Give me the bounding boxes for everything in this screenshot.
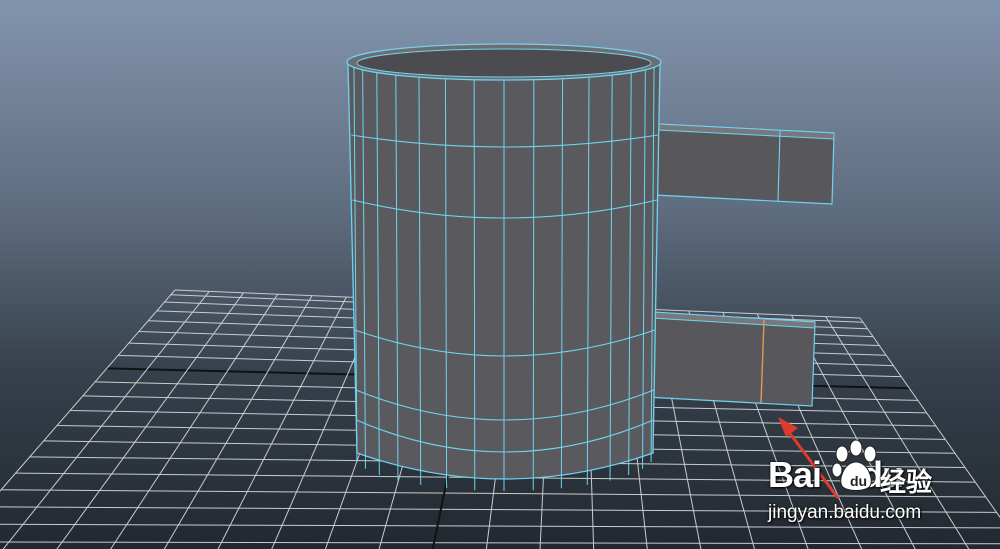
cup-vertical-edge <box>473 78 476 491</box>
cup-rim-inner <box>356 48 652 78</box>
cup-mesh[interactable] <box>346 43 835 491</box>
svg-text:du: du <box>850 473 867 489</box>
maya-viewport[interactable]: Bai du du 经验 jingyan.baidu.com <box>0 0 1000 549</box>
grid-line <box>110 293 279 549</box>
grid-line <box>0 541 1000 545</box>
watermark-chinese: 经验 <box>880 468 933 498</box>
grid-line <box>2 291 210 549</box>
grid-line <box>163 295 313 549</box>
watermark-url: jingyan.baidu.com <box>768 502 922 523</box>
cup-vertical-edge <box>532 78 535 491</box>
grid-line <box>0 289 176 492</box>
baidu-paw-icon: du <box>831 440 877 491</box>
grid-line <box>56 292 244 549</box>
baidu-jingyan-watermark: Bai du du 经验 jingyan.baidu.com <box>768 440 988 540</box>
watermark-brand-prefix: Bai <box>768 454 822 495</box>
